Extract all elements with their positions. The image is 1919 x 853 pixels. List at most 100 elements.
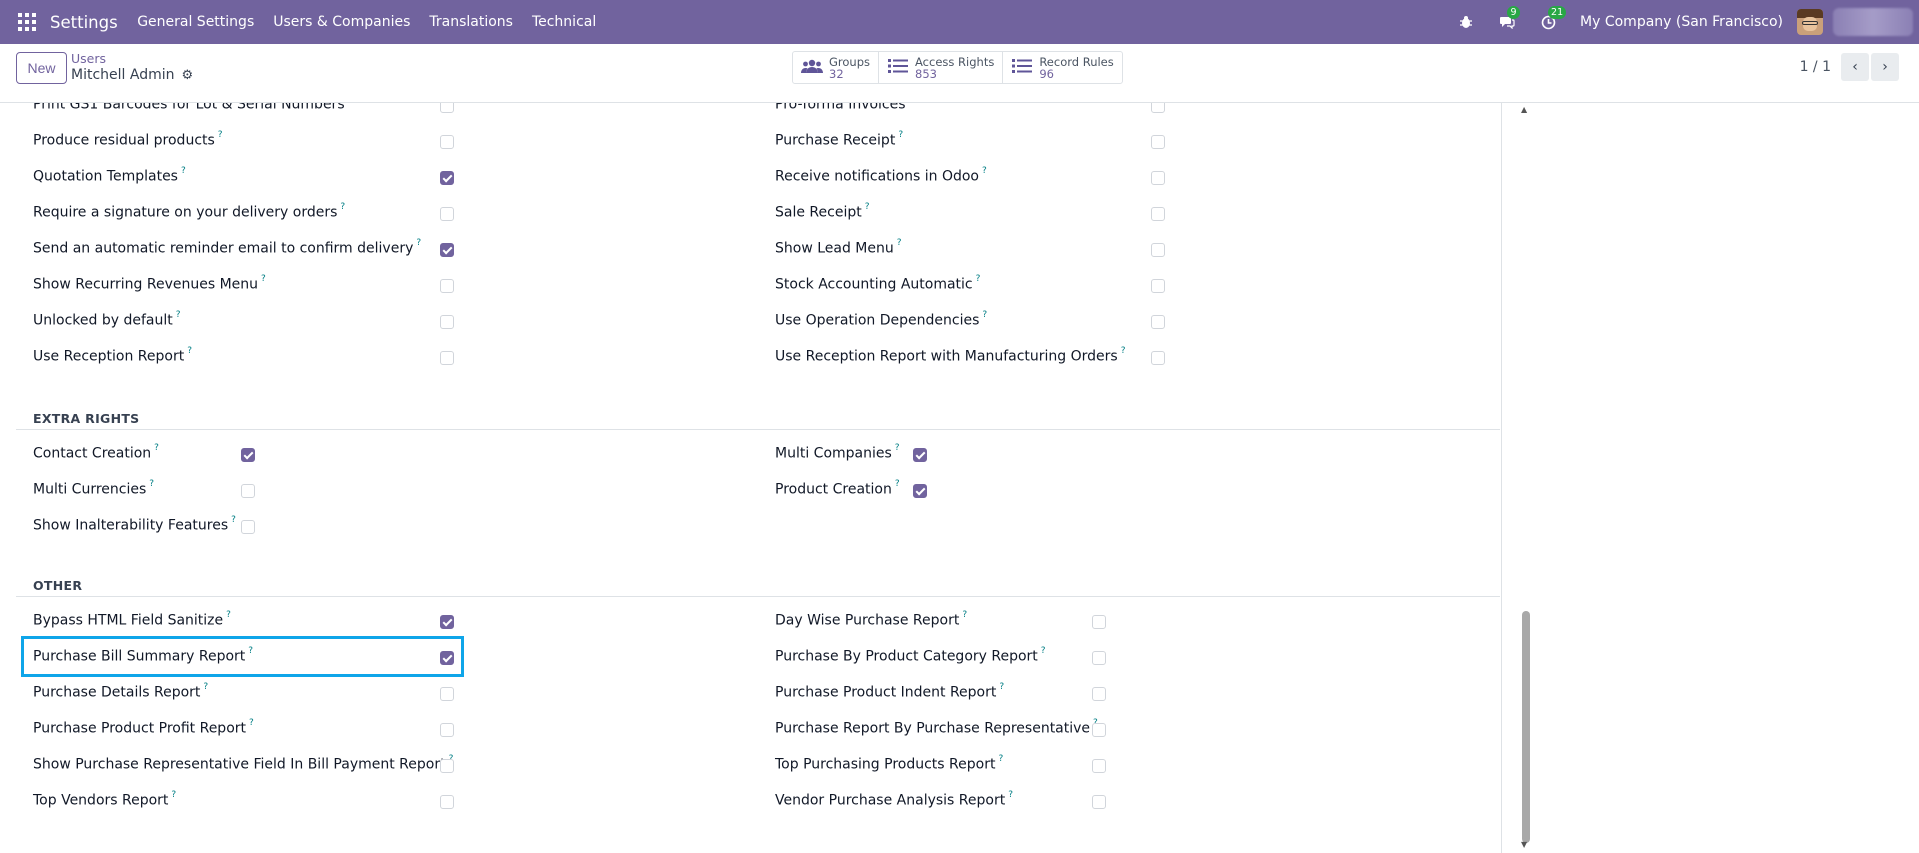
company-switcher[interactable]: My Company (San Francisco)	[1580, 14, 1783, 30]
checkbox[interactable]	[241, 520, 255, 534]
checkbox-checked[interactable]	[440, 615, 454, 629]
access-rights-label: Access Rights	[915, 54, 995, 69]
field-label: Multi Currencies?	[33, 479, 155, 498]
field-label: Bypass HTML Field Sanitize?	[33, 610, 231, 629]
checkbox[interactable]	[1151, 243, 1165, 257]
groups-smart-button[interactable]: Groups 32	[793, 52, 880, 83]
field-label: Receive notifications in Odoo?	[775, 166, 987, 185]
checkbox-checked[interactable]	[440, 171, 454, 185]
record-title: Mitchell Admin	[71, 67, 175, 83]
activities-count-badge: 21	[1548, 6, 1567, 19]
users-group-icon	[801, 58, 823, 78]
checkbox[interactable]	[440, 135, 454, 149]
field-label: Purchase Receipt?	[775, 130, 904, 149]
record-rules-label: Record Rules	[1039, 54, 1114, 69]
checkbox[interactable]	[440, 315, 454, 329]
section-divider	[16, 596, 1500, 597]
checkbox[interactable]	[1092, 795, 1106, 809]
checkbox[interactable]	[1151, 135, 1165, 149]
checkbox[interactable]	[1151, 315, 1165, 329]
field-label: Show Recurring Revenues Menu?	[33, 274, 266, 293]
field-label: Vendor Purchase Analysis Report?	[775, 790, 1013, 809]
list-icon	[1011, 58, 1033, 78]
checkbox[interactable]	[440, 207, 454, 221]
field-label: Contact Creation?	[33, 443, 159, 462]
field-label: Purchase Report By Purchase Representati…	[775, 718, 1098, 737]
access-rights-smart-button[interactable]: Access Rights 853	[879, 52, 1004, 83]
messages-count-badge: 9	[1507, 6, 1521, 19]
section-divider	[16, 429, 1500, 430]
checkbox[interactable]	[440, 723, 454, 737]
menu-users-companies[interactable]: Users & Companies	[264, 14, 420, 30]
pager-value[interactable]: 1 / 1	[1800, 59, 1831, 75]
field-label: Produce residual products?	[33, 130, 223, 149]
pager-next-button[interactable]: ›	[1871, 53, 1899, 81]
checkbox[interactable]	[440, 759, 454, 773]
field-label: Show Purchase Representative Field In Bi…	[33, 754, 453, 773]
groups-count: 32	[829, 66, 844, 81]
checkbox[interactable]	[440, 351, 454, 365]
checkbox[interactable]	[1151, 207, 1165, 221]
checkbox[interactable]	[1092, 759, 1106, 773]
checkbox[interactable]	[440, 103, 454, 113]
record-rules-smart-button[interactable]: Record Rules 96	[1003, 52, 1121, 83]
field-label: Multi Companies?	[775, 443, 900, 462]
user-name-blurred[interactable]	[1833, 8, 1913, 36]
field-label: Sale Receipt?	[775, 202, 870, 221]
debug-bug-icon[interactable]	[1455, 11, 1477, 33]
scrollbar-thumb[interactable]	[1522, 611, 1530, 843]
checkbox-checked[interactable]	[241, 448, 255, 462]
field-label: Day Wise Purchase Report?	[775, 610, 968, 629]
field-label: Purchase Product Indent Report?	[775, 682, 1005, 701]
user-avatar[interactable]	[1797, 9, 1823, 35]
field-label: Pro-forma Invoices?	[775, 103, 913, 113]
sheet-right-border	[1501, 103, 1502, 853]
top-navbar: Settings General Settings Users & Compan…	[0, 0, 1919, 44]
checkbox[interactable]	[1092, 687, 1106, 701]
checkbox[interactable]	[440, 795, 454, 809]
checkbox[interactable]	[1092, 651, 1106, 665]
field-label: Use Reception Report with Manufacturing …	[775, 346, 1126, 365]
checkbox[interactable]	[440, 687, 454, 701]
breadcrumb-users[interactable]: Users	[71, 51, 106, 66]
vertical-scrollbar[interactable]: ▲ ▼	[1521, 103, 1531, 853]
checkbox[interactable]	[1151, 171, 1165, 185]
chevron-right-icon: ›	[1882, 59, 1888, 75]
app-brand[interactable]: Settings	[50, 13, 118, 32]
menu-translations[interactable]: Translations	[420, 14, 523, 30]
breadcrumb-current: Mitchell Admin ⚙	[71, 67, 193, 83]
record-rules-count: 96	[1039, 66, 1054, 81]
apps-menu-icon[interactable]	[18, 13, 36, 31]
checkbox-checked[interactable]	[440, 243, 454, 257]
checkbox[interactable]	[241, 484, 255, 498]
field-label: Show Lead Menu?	[775, 238, 902, 257]
gear-icon[interactable]: ⚙	[182, 68, 194, 83]
checkbox[interactable]	[440, 279, 454, 293]
scroll-up-arrow-icon[interactable]: ▲	[1521, 105, 1527, 114]
pager-previous-button[interactable]: ‹	[1841, 53, 1869, 81]
checkbox[interactable]	[1151, 351, 1165, 365]
field-label: Unlocked by default?	[33, 310, 181, 329]
checkbox[interactable]	[1151, 103, 1165, 113]
new-button[interactable]: New	[16, 52, 67, 84]
field-label: Product Creation?	[775, 479, 900, 498]
field-label: Stock Accounting Automatic?	[775, 274, 981, 293]
field-label: Purchase Details Report?	[33, 682, 209, 701]
field-label: Show Inalterability Features?	[33, 515, 236, 534]
focus-highlight-box	[21, 636, 464, 677]
checkbox-checked[interactable]	[913, 484, 927, 498]
field-label: Top Purchasing Products Report?	[775, 754, 1004, 773]
activities-clock-icon[interactable]: 21	[1537, 6, 1567, 33]
section-title-other: OTHER	[33, 578, 83, 593]
messages-chat-icon[interactable]: 9	[1496, 6, 1521, 33]
field-label: Top Vendors Report?	[33, 790, 177, 809]
checkbox-checked[interactable]	[913, 448, 927, 462]
access-rights-count: 853	[915, 66, 937, 81]
form-sheet: Print GS1 Barcodes for Lot & Serial Numb…	[0, 103, 1500, 853]
scroll-down-arrow-icon[interactable]: ▼	[1521, 840, 1527, 849]
checkbox[interactable]	[1092, 615, 1106, 629]
checkbox[interactable]	[1151, 279, 1165, 293]
menu-general-settings[interactable]: General Settings	[128, 14, 264, 30]
checkbox[interactable]	[1092, 723, 1106, 737]
menu-technical[interactable]: Technical	[522, 14, 605, 30]
